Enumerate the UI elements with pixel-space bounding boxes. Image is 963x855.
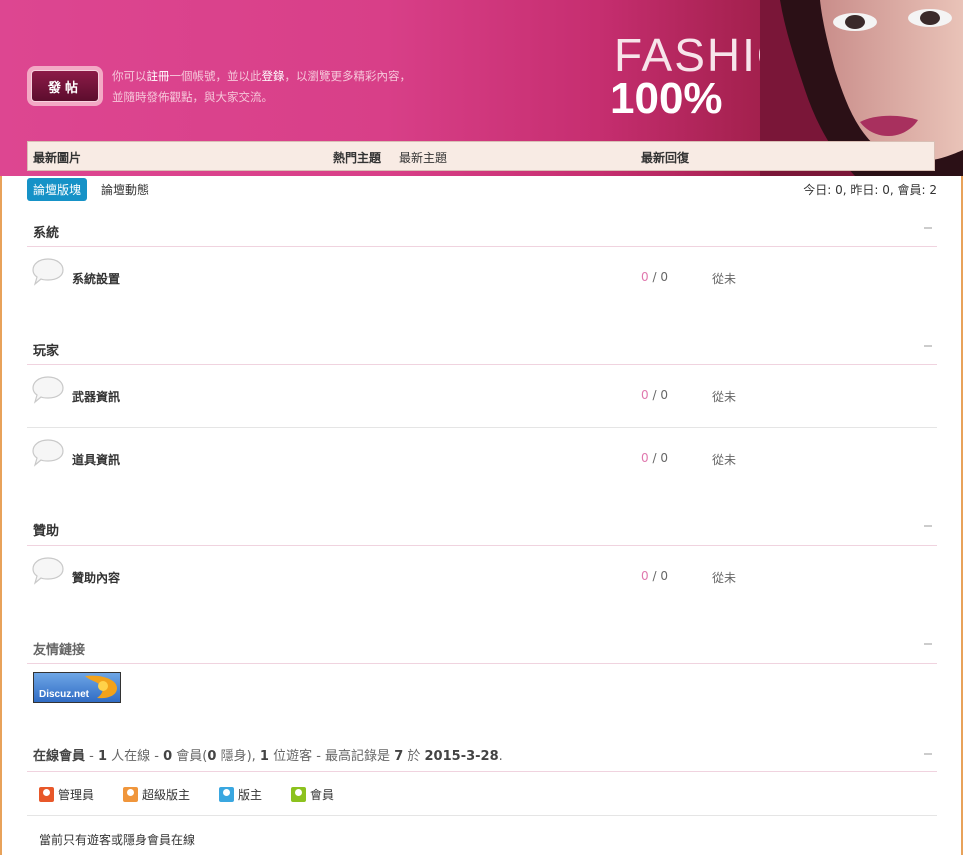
category-divider [27,246,937,247]
online-record: 7 [394,749,404,764]
forum-counts: 0 / 0 [641,569,668,583]
online-guest-count: 1 [259,749,269,764]
nav-latest-replies[interactable]: 最新回復 [641,149,689,166]
super-moderator-user-icon [123,787,138,802]
banner-percent-text: 100% [610,74,723,123]
online-title: 在線會員 [33,749,86,764]
post-count: 0 [660,388,668,402]
online-total: 1 [97,749,108,764]
nav-latest-pictures[interactable]: 最新圖片 [33,149,81,166]
category-title-sponsor[interactable]: 贊助 [33,520,59,539]
post-count: 0 [660,569,668,583]
post-count: 0 [660,451,668,465]
header-banner: 發帖 你可以註冊一個帳號，並以此登錄，以瀏覽更多精彩內容，並隨時發佈觀點，與大家… [0,0,963,176]
discuz-logo-link[interactable]: Discuz.net [33,672,121,703]
online-text: 人在線 - [107,749,164,764]
post-count: 0 [660,270,668,284]
forum-last-post: 從未 [712,272,737,286]
legend-member: 會員 [291,786,334,803]
register-link[interactable]: 註冊 [147,69,170,83]
thread-count: 0 [641,270,649,284]
online-sep: - [85,749,98,764]
category-divider [27,364,937,365]
tab-forum-activity[interactable]: 論壇動態 [101,181,149,198]
section-divider [27,663,937,664]
section-divider [27,771,937,772]
collapse-icon[interactable] [924,643,932,645]
forum-last-post: 從未 [712,453,737,467]
member-user-icon [291,787,306,802]
post-button[interactable]: 發帖 [27,66,103,106]
collapse-icon[interactable] [924,227,932,229]
legend-label: 版主 [238,788,263,802]
tab-forum-boards[interactable]: 論壇版塊 [27,178,88,201]
category-title-players[interactable]: 玩家 [33,340,59,359]
online-text: 會員( [172,749,208,764]
online-members-summary[interactable]: 在線會員 - 1 人在線 - 0 會員(0 隱身), 1 位遊客 - 最高記錄是… [33,745,503,764]
forum-name-weapon-info[interactable]: 武器資訊 [72,388,120,405]
thread-count: 0 [641,388,649,402]
legend-label: 管理員 [58,788,95,802]
forum-stats: 今日: 0, 昨日: 0, 會員: 2 [803,183,937,197]
legend-super-moderator: 超級版主 [123,786,190,803]
post-button-label: 發帖 [31,70,99,102]
online-record-date: 2015-3-28 [424,749,499,764]
legend-admin: 管理員 [39,786,94,803]
online-text: 隱身), [216,749,260,764]
nav-latest-topics[interactable]: 最新主題 [399,149,447,166]
forum-name-sponsor-content[interactable]: 贊助內容 [72,569,120,586]
nav-hot-topics[interactable]: 熱門主題 [333,149,381,166]
online-note: 當前只有遊客或隱身會員在線 [39,833,196,847]
legend-label: 超級版主 [142,788,191,802]
forum-row-divider [27,427,937,428]
guest-intro: 你可以註冊一個帳號，並以此登錄，以瀏覽更多精彩內容，並隨時發佈觀點，與大家交流。 [112,66,412,108]
intro-text-1: 你可以 [112,69,147,83]
thread-count: 0 [641,451,649,465]
legend-label: 會員 [310,788,335,802]
forum-last-post: 從未 [712,390,737,404]
online-text: . [498,749,503,764]
forum-counts: 0 / 0 [641,270,668,284]
intro-text-2: 一個帳號，並以此 [169,69,262,83]
legend-moderator: 版主 [219,786,262,803]
forum-last-post: 從未 [712,571,737,585]
forum-counts: 0 / 0 [641,451,668,465]
moderator-user-icon [219,787,234,802]
forum-name-system-settings[interactable]: 系統設置 [72,270,120,287]
category-divider [27,545,937,546]
forum-bubble-icon [32,376,64,404]
forum-bubble-icon [32,258,64,286]
category-title-system[interactable]: 系統 [33,222,59,241]
forum-counts: 0 / 0 [641,388,668,402]
collapse-icon[interactable] [924,525,932,527]
online-text: 於 [403,749,425,764]
admin-user-icon [39,787,54,802]
forum-bubble-icon [32,439,64,467]
section-divider [27,815,937,816]
online-members-count: 0 [163,749,173,764]
friend-links-title[interactable]: 友情鏈接 [33,639,85,658]
collapse-icon[interactable] [924,753,932,755]
thread-count: 0 [641,569,649,583]
discuz-logo-text: Discuz.net [39,689,90,700]
collapse-icon[interactable] [924,345,932,347]
forum-name-item-info[interactable]: 道具資訊 [72,451,120,468]
online-text: 位遊客 - 最高記錄是 [268,749,395,764]
forum-bubble-icon [32,557,64,585]
login-link[interactable]: 登錄 [262,69,285,83]
portal-nav-bar: 最新圖片 熱門主題 最新主題 最新回復 [27,141,935,171]
